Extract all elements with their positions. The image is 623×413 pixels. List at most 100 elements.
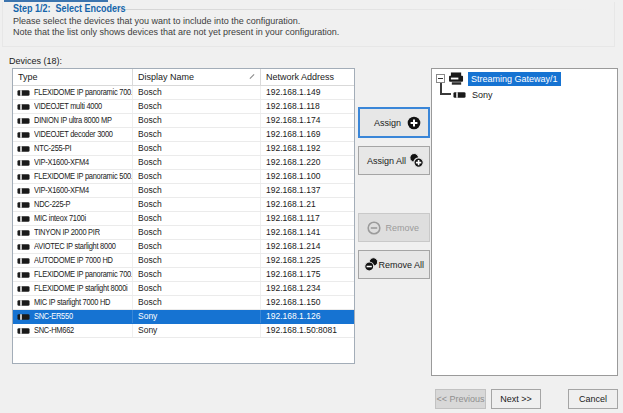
camera-icon xyxy=(17,229,30,237)
device-type: NDC-225-P xyxy=(34,198,70,211)
column-header-network-address[interactable]: Network Address xyxy=(261,69,354,85)
device-row[interactable]: VIDEOJET decoder 3000 Bosch 192.168.1.16… xyxy=(13,128,354,142)
device-network-address: 192.168.1.149 xyxy=(266,87,320,97)
device-type: VIDEOJET multi 4000 xyxy=(34,100,102,113)
device-display-name: Bosch xyxy=(138,255,162,265)
device-row[interactable]: DINION IP ultra 8000 MP Bosch 192.168.1.… xyxy=(13,114,354,128)
device-display-name: Bosch xyxy=(138,171,162,181)
device-display-name: Bosch xyxy=(138,115,162,125)
header-legend-line xyxy=(114,9,594,10)
collapse-icon[interactable] xyxy=(436,74,445,83)
camera-icon xyxy=(17,187,30,195)
device-row[interactable]: VIP-X1600-XFM4 Bosch 192.168.1.137 xyxy=(13,184,354,198)
camera-icon xyxy=(17,215,30,223)
device-type: DINION IP ultra 8000 MP xyxy=(34,114,112,127)
camera-icon xyxy=(17,201,30,209)
device-type: AUTODOME IP 7000 HD xyxy=(34,254,113,267)
tree-item-label: Streaming Gateway/1 xyxy=(468,72,561,86)
camera-icon xyxy=(17,285,30,293)
minus-circle-icon xyxy=(367,221,381,235)
cancel-button[interactable]: Cancel xyxy=(568,389,618,409)
assigned-devices-tree: Streaming Gateway/1 Sony xyxy=(431,68,618,376)
device-network-address: 192.168.1.175 xyxy=(266,269,320,279)
device-network-address: 192.168.1.50:8081 xyxy=(266,325,337,335)
device-row[interactable]: FLEXIDOME IP panoramic 700.. Bosch 192.1… xyxy=(13,268,354,282)
device-row[interactable]: AVIOTEC IP starlight 8000 Bosch 192.168.… xyxy=(13,240,354,254)
camera-icon xyxy=(17,145,30,153)
camera-icon xyxy=(17,173,30,181)
header-accent-line xyxy=(4,0,108,2)
device-display-name: Bosch xyxy=(138,185,162,195)
camera-icon xyxy=(17,159,30,167)
camera-icon xyxy=(17,327,30,335)
device-type: AVIOTEC IP starlight 8000 xyxy=(34,240,116,253)
streaming-gateway-icon xyxy=(448,72,465,86)
device-type: SNC-HM662 xyxy=(34,324,74,337)
device-row[interactable]: VIDEOJET multi 4000 Bosch 192.168.1.118 xyxy=(13,100,354,114)
device-network-address: 192.168.1.234 xyxy=(266,283,320,293)
description-line-1: Please select the devices that you want … xyxy=(13,16,339,27)
camera-icon xyxy=(17,89,30,97)
device-display-name: Bosch xyxy=(138,129,162,139)
column-header-type[interactable]: Type xyxy=(13,69,133,85)
device-display-name: Bosch xyxy=(138,213,162,223)
step-description: Please select the devices that you want … xyxy=(13,16,339,37)
sort-ascending-icon xyxy=(250,74,255,79)
device-row[interactable]: FLEXIDOME IP panoramic 700.. Bosch 192.1… xyxy=(13,86,354,100)
description-line-2: Note that the list only shows devices th… xyxy=(13,27,339,38)
device-network-address: 192.168.1.141 xyxy=(266,227,320,237)
assign-all-button[interactable]: Assign All xyxy=(358,146,430,175)
device-network-address: 192.168.1.225 xyxy=(266,255,320,265)
page-title: Step 1/2: Select Encoders xyxy=(13,3,126,14)
device-row[interactable]: AUTODOME IP 7000 HD Bosch 192.168.1.225 xyxy=(13,254,354,268)
device-row[interactable]: TINYON IP 2000 PIR Bosch 192.168.1.141 xyxy=(13,226,354,240)
device-type: TINYON IP 2000 PIR xyxy=(34,226,100,239)
device-type: SNC-ER550 xyxy=(34,310,73,323)
column-header-display-name[interactable]: Display Name xyxy=(133,69,261,85)
camera-icon xyxy=(17,313,30,321)
remove-button[interactable]: Remove xyxy=(358,213,430,242)
camera-icon xyxy=(17,299,30,307)
device-network-address: 192.168.1.214 xyxy=(266,241,320,251)
device-type: VIP-X1600-XFM4 xyxy=(34,184,89,197)
device-network-address: 192.168.1.169 xyxy=(266,129,320,139)
minus-circles-icon xyxy=(364,257,378,272)
device-row[interactable]: MIC inteox 7100i Bosch 192.168.1.117 xyxy=(13,212,354,226)
tree-connector-horizontal xyxy=(440,93,451,95)
plus-circle-icon xyxy=(407,116,421,130)
device-network-address: 192.168.1.117 xyxy=(266,213,320,223)
device-row[interactable]: NDC-225-P Bosch 192.168.1.21 xyxy=(13,198,354,212)
device-display-name: Sony xyxy=(138,311,157,321)
device-display-name: Bosch xyxy=(138,157,162,167)
device-row[interactable]: FLEXIDOME IP starlight 8000i Bosch 192.1… xyxy=(13,282,354,296)
device-network-address: 192.168.1.192 xyxy=(266,143,320,153)
devices-table-body: FLEXIDOME IP panoramic 700.. Bosch 192.1… xyxy=(13,86,354,338)
camera-icon xyxy=(17,257,30,265)
device-network-address: 192.168.1.126 xyxy=(266,311,320,321)
device-row[interactable]: FLEXIDOME IP panoramic 500.. Bosch 192.1… xyxy=(13,170,354,184)
device-row[interactable]: MIC IP starlight 7000 HD Bosch 192.168.1… xyxy=(13,296,354,310)
plus-circles-icon xyxy=(409,153,424,168)
tree-item-streaming-gateway[interactable]: Streaming Gateway/1 xyxy=(436,71,561,86)
camera-icon xyxy=(17,271,30,279)
devices-table-header: Type Display Name Network Address xyxy=(13,69,354,86)
device-row[interactable]: SNC-ER550 Sony 192.168.1.126 xyxy=(13,310,354,324)
camera-icon xyxy=(453,91,466,99)
device-display-name: Bosch xyxy=(138,199,162,209)
previous-button[interactable]: << Previous xyxy=(435,389,486,409)
device-row[interactable]: VIP-X1600-XFM4 Bosch 192.168.1.220 xyxy=(13,156,354,170)
camera-icon xyxy=(17,117,30,125)
tree-item-sony[interactable]: Sony xyxy=(453,87,493,102)
remove-all-button[interactable]: Remove All xyxy=(358,250,430,279)
camera-icon xyxy=(17,103,30,111)
device-type: FLEXIDOME IP panoramic 500.. xyxy=(34,170,133,183)
device-display-name: Bosch xyxy=(138,227,162,237)
next-button[interactable]: Next >> xyxy=(491,389,541,409)
device-network-address: 192.168.1.174 xyxy=(266,115,320,125)
devices-table: Type Display Name Network Address FLEXID… xyxy=(12,68,355,364)
device-display-name: Bosch xyxy=(138,241,162,251)
device-row[interactable]: SNC-HM662 Sony 192.168.1.50:8081 xyxy=(13,324,354,338)
assign-button[interactable]: Assign xyxy=(358,107,430,138)
device-type: MIC inteox 7100i xyxy=(34,212,86,225)
device-row[interactable]: NTC-255-PI Bosch 192.168.1.192 xyxy=(13,142,354,156)
